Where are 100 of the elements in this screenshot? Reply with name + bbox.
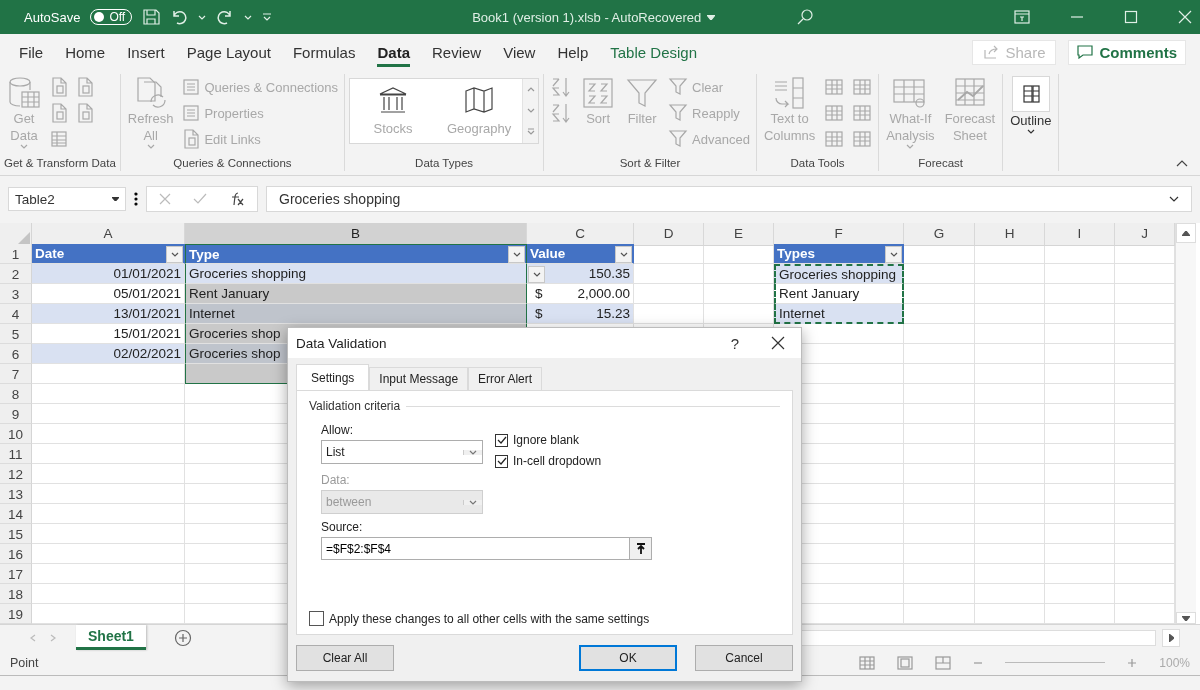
scroll-right-button[interactable] [1162, 628, 1180, 647]
group-label: Get & Transform Data [4, 157, 116, 171]
collapse-dialog-button[interactable] [629, 537, 652, 560]
sheet-tab[interactable]: Sheet1 [76, 625, 146, 650]
column-header[interactable]: J [1115, 223, 1175, 246]
row-header[interactable]: 8 [0, 384, 32, 404]
page-break-button[interactable] [935, 655, 952, 670]
row-header[interactable]: 17 [0, 564, 32, 584]
group-label: Data Tools [789, 157, 846, 171]
comments-button[interactable]: Comments [1068, 39, 1186, 65]
ribbon-tab[interactable]: Table Design [599, 37, 708, 67]
autosave-label: AutoSave [24, 9, 81, 25]
save-button[interactable] [142, 8, 161, 26]
insert-function-icon[interactable] [229, 192, 245, 206]
close-icon [771, 336, 785, 350]
cancel-button[interactable] [159, 193, 171, 205]
group-label: Sort & Filter [618, 157, 682, 171]
row-header[interactable]: 13 [0, 484, 32, 504]
checkbox-option[interactable]: Apply these changes to all other cells with the same settings [309, 611, 780, 626]
previous-sheet-button[interactable] [30, 633, 36, 642]
group-label: Data Types [414, 157, 475, 171]
triangle-down-icon [1182, 615, 1190, 621]
row-header[interactable]: 3 [0, 284, 32, 304]
source-field[interactable]: =$F$2:$F$4 [321, 537, 629, 560]
maximize-button[interactable] [1124, 10, 1138, 24]
scroll-down-button[interactable] [1176, 612, 1196, 624]
column-header[interactable]: I [1045, 223, 1115, 246]
row-header[interactable]: 15 [0, 524, 32, 544]
ribbon-tab[interactable]: File [8, 37, 55, 67]
row-header[interactable]: 7 [0, 364, 32, 384]
row-header[interactable]: 10 [0, 424, 32, 444]
scroll-up-button[interactable] [1176, 223, 1196, 243]
row-header[interactable]: 5 [0, 324, 32, 344]
row-header[interactable]: 6 [0, 344, 32, 364]
formula-field[interactable]: Groceries shopping [266, 186, 1192, 212]
row-header[interactable]: 1 [0, 244, 32, 264]
collapse-ribbon-button[interactable] [1176, 160, 1188, 167]
row-header[interactable]: 11 [0, 444, 32, 464]
table-cell: 01/01/2021 [32, 264, 185, 284]
column-header[interactable]: E [704, 223, 774, 246]
ribbon-button[interactable]: Outline [1007, 74, 1055, 136]
dialog-tab[interactable]: Error Alert [468, 367, 543, 390]
table-cell: $ 15.23 [527, 304, 634, 324]
enter-button[interactable] [193, 193, 207, 205]
dialog-tab[interactable]: Input Message [369, 367, 469, 390]
dialog-tab[interactable]: Settings [296, 364, 370, 390]
dialog-button[interactable]: OK [579, 645, 677, 671]
undo-dropdown[interactable] [198, 14, 207, 20]
undo-button[interactable] [170, 8, 189, 26]
group-label: Forecast [917, 157, 965, 171]
ribbon-tab[interactable]: Home [54, 37, 117, 67]
page-layout-button[interactable] [897, 655, 914, 670]
dialog-button[interactable]: Clear All [296, 645, 394, 671]
column-header[interactable]: G [904, 223, 975, 246]
column-header[interactable]: D [634, 223, 704, 246]
grid-icon [859, 655, 876, 670]
column-header[interactable]: H [975, 223, 1045, 246]
ribbon-tab[interactable]: Help [546, 37, 600, 67]
chevron-down-icon [526, 108, 535, 113]
triangle-right-icon [1168, 633, 1174, 642]
new-sheet-button[interactable] [173, 628, 192, 647]
redo-dropdown[interactable] [244, 14, 253, 20]
search-icon [796, 8, 814, 26]
checkbox-option[interactable]: In-cell dropdown [495, 454, 602, 468]
ribbon-tab[interactable]: View [492, 37, 547, 67]
row-header[interactable]: 16 [0, 544, 32, 564]
vertical-scrollbar[interactable] [1175, 223, 1196, 624]
title-dropdown[interactable] [707, 14, 716, 20]
ribbon-tab[interactable]: Insert [116, 37, 176, 67]
customize-toolbar-button[interactable] [262, 12, 273, 22]
row-header[interactable]: 4 [0, 304, 32, 324]
sort-icon [581, 76, 616, 110]
table-header-cell: Type [185, 244, 527, 264]
ribbon-tab[interactable]: Data [366, 37, 421, 67]
row-header[interactable]: 2 [0, 264, 32, 284]
checkbox[interactable] [309, 611, 324, 626]
normal-view-button[interactable] [859, 655, 876, 670]
search-button[interactable] [796, 8, 814, 26]
row-header[interactable]: 14 [0, 504, 32, 524]
dialog-button[interactable]: Cancel [695, 645, 793, 671]
ribbon-display-button[interactable] [1014, 10, 1030, 24]
funnel-icon [668, 129, 689, 149]
row-header[interactable]: 12 [0, 464, 32, 484]
checkbox[interactable] [495, 454, 508, 468]
next-sheet-button[interactable] [50, 633, 56, 642]
help-button[interactable]: ? [715, 334, 755, 352]
ribbon-tab[interactable]: Review [421, 37, 493, 67]
ribbon-tab[interactable]: Page Layout [175, 37, 282, 67]
ribbon-tab[interactable]: Formulas [281, 37, 367, 67]
checkbox[interactable] [495, 433, 508, 447]
row-header[interactable]: 9 [0, 404, 32, 424]
close-button[interactable] [1178, 10, 1192, 24]
row-header[interactable]: 18 [0, 584, 32, 604]
zoom-in-button[interactable] [1127, 657, 1138, 668]
allow-select[interactable]: List [321, 440, 483, 464]
checkbox-option[interactable]: Ignore blank [495, 433, 602, 447]
table-cell: 02/02/2021 [32, 344, 185, 364]
column-header[interactable]: B [185, 223, 527, 246]
name-box[interactable]: Table2 [8, 187, 126, 211]
row-header[interactable]: 19 [0, 604, 32, 624]
